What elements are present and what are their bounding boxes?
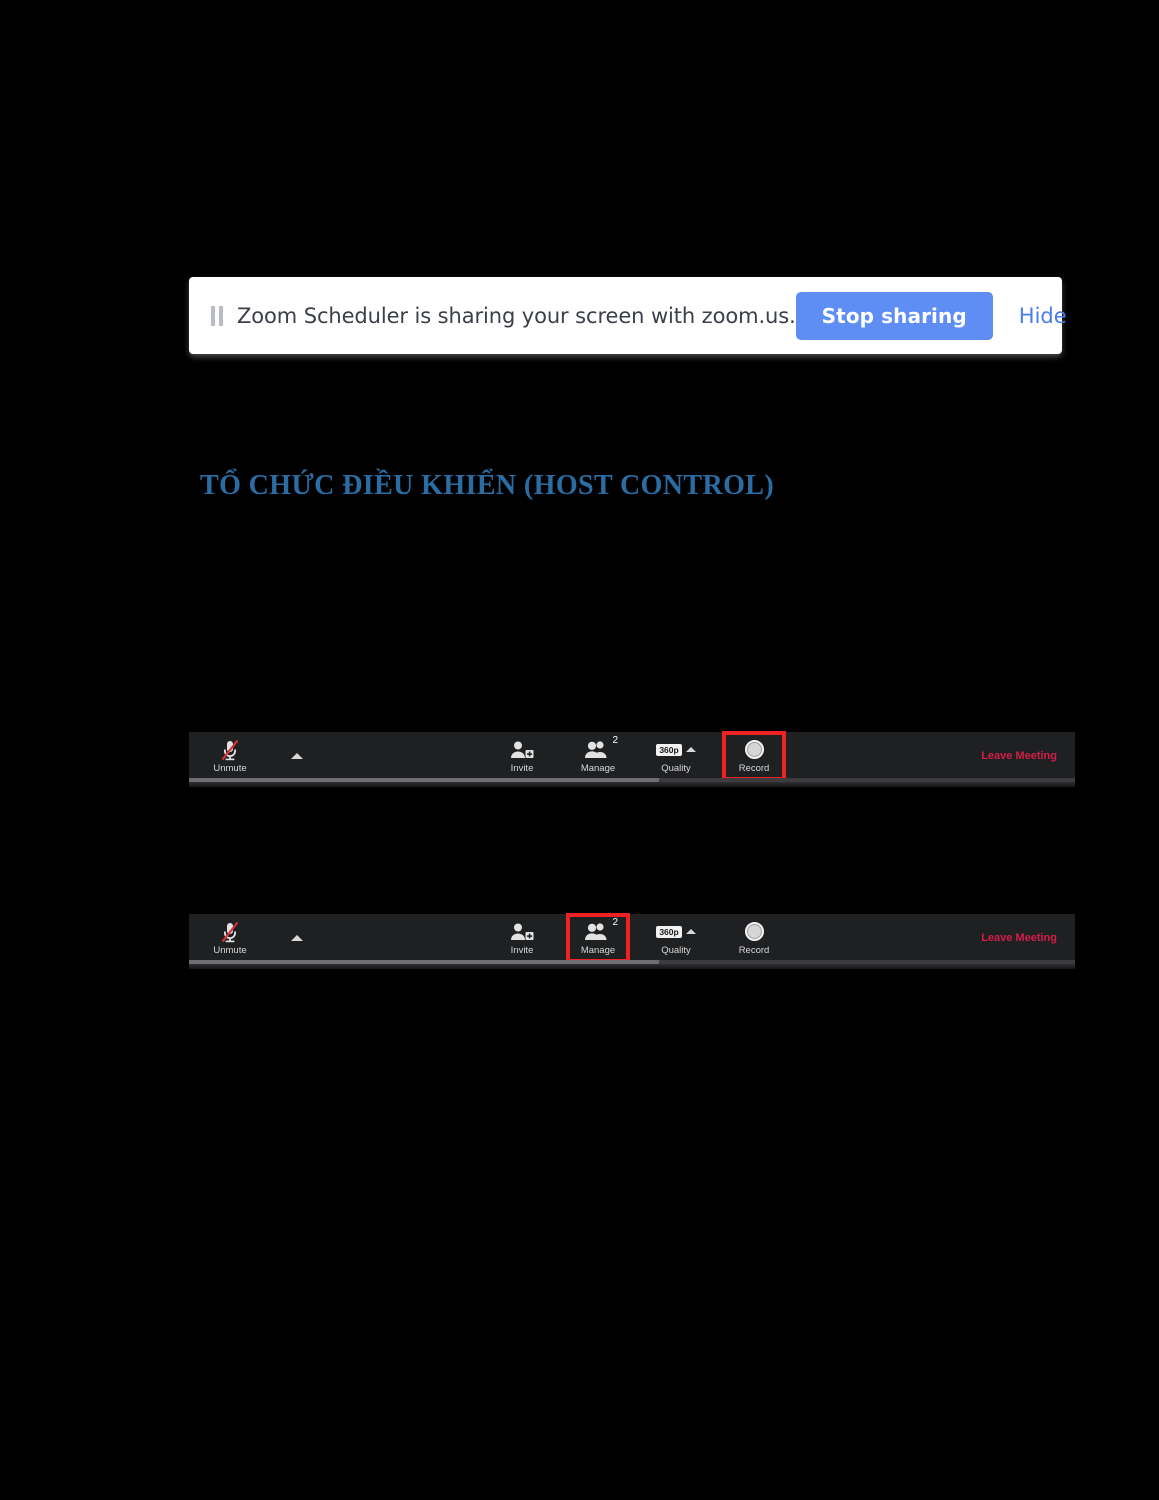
quality-value-badge: 360p <box>656 743 682 756</box>
record-label: Record <box>738 944 770 956</box>
participants-icon: 2 <box>585 735 618 761</box>
participant-count-badge: 2 <box>612 734 618 746</box>
toolbar-underline <box>189 960 1075 969</box>
participants-icon: 2 <box>585 917 618 943</box>
invite-button[interactable]: Invite <box>493 734 551 778</box>
manage-label: Manage <box>580 944 616 956</box>
unmute-label: Unmute <box>213 762 247 774</box>
zoom-meeting-toolbar-record: Unmute Invite 2 Manage 360p Quality Reco… <box>189 731 1075 781</box>
quality-icon: 360p <box>656 739 696 761</box>
invite-label: Invite <box>510 762 534 774</box>
hide-link[interactable]: Hide <box>1019 304 1067 328</box>
record-button[interactable]: Record <box>725 916 783 960</box>
manage-participants-button[interactable]: 2 Manage <box>566 913 630 963</box>
record-label: Record <box>738 762 770 774</box>
audio-options-chevron-wrap[interactable] <box>291 734 303 778</box>
audio-options-chevron-wrap[interactable] <box>291 916 303 960</box>
zoom-meeting-toolbar-manage: Unmute Invite 2 Manage 360p Quality Reco… <box>189 913 1075 963</box>
manage-label: Manage <box>580 762 616 774</box>
screen-share-banner: Zoom Scheduler is sharing your screen wi… <box>189 277 1067 354</box>
unmute-button[interactable]: Unmute <box>201 916 259 960</box>
stop-sharing-button[interactable]: Stop sharing <box>795 291 993 340</box>
microphone-muted-icon <box>220 739 240 761</box>
toolbar-underline <box>189 778 1075 787</box>
quality-button[interactable]: 360p Quality <box>645 916 707 960</box>
toolbar-center-group: Invite 2 Manage 360p Quality Record <box>493 913 783 963</box>
person-add-icon <box>510 739 534 761</box>
share-status-message: Zoom Scheduler is sharing your screen wi… <box>237 303 796 328</box>
leave-meeting-button[interactable]: Leave Meeting <box>981 932 1057 944</box>
participant-count-badge: 2 <box>612 916 618 928</box>
invite-label: Invite <box>510 944 534 956</box>
quality-button[interactable]: 360p Quality <box>645 734 707 778</box>
chevron-up-icon[interactable] <box>291 753 303 759</box>
record-icon <box>744 739 764 761</box>
toolbar-right-group: Leave Meeting <box>981 732 1075 780</box>
quality-value-badge: 360p <box>656 925 682 938</box>
microphone-muted-icon <box>220 921 240 943</box>
manage-participants-button[interactable]: 2 Manage <box>569 734 627 778</box>
chevron-up-icon[interactable] <box>685 747 696 753</box>
quality-label: Quality <box>661 762 691 774</box>
unmute-button[interactable]: Unmute <box>201 734 259 778</box>
page-title: TỔ CHỨC ĐIỀU KHIỂN (HOST CONTROL) <box>200 470 775 501</box>
pause-icon[interactable] <box>211 305 223 326</box>
quality-label: Quality <box>661 944 691 956</box>
person-add-icon <box>510 921 534 943</box>
toolbar-left-group: Unmute <box>189 732 303 780</box>
toolbar-left-group: Unmute <box>189 914 303 962</box>
toolbar-center-group: Invite 2 Manage 360p Quality Record <box>493 731 786 781</box>
invite-button[interactable]: Invite <box>493 916 551 960</box>
record-icon <box>744 921 764 943</box>
leave-meeting-button[interactable]: Leave Meeting <box>981 750 1057 762</box>
chevron-up-icon[interactable] <box>291 935 303 941</box>
unmute-label: Unmute <box>213 944 247 956</box>
record-button[interactable]: Record <box>722 731 786 781</box>
quality-icon: 360p <box>656 921 696 943</box>
chevron-up-icon[interactable] <box>685 929 696 935</box>
toolbar-right-group: Leave Meeting <box>981 914 1075 962</box>
